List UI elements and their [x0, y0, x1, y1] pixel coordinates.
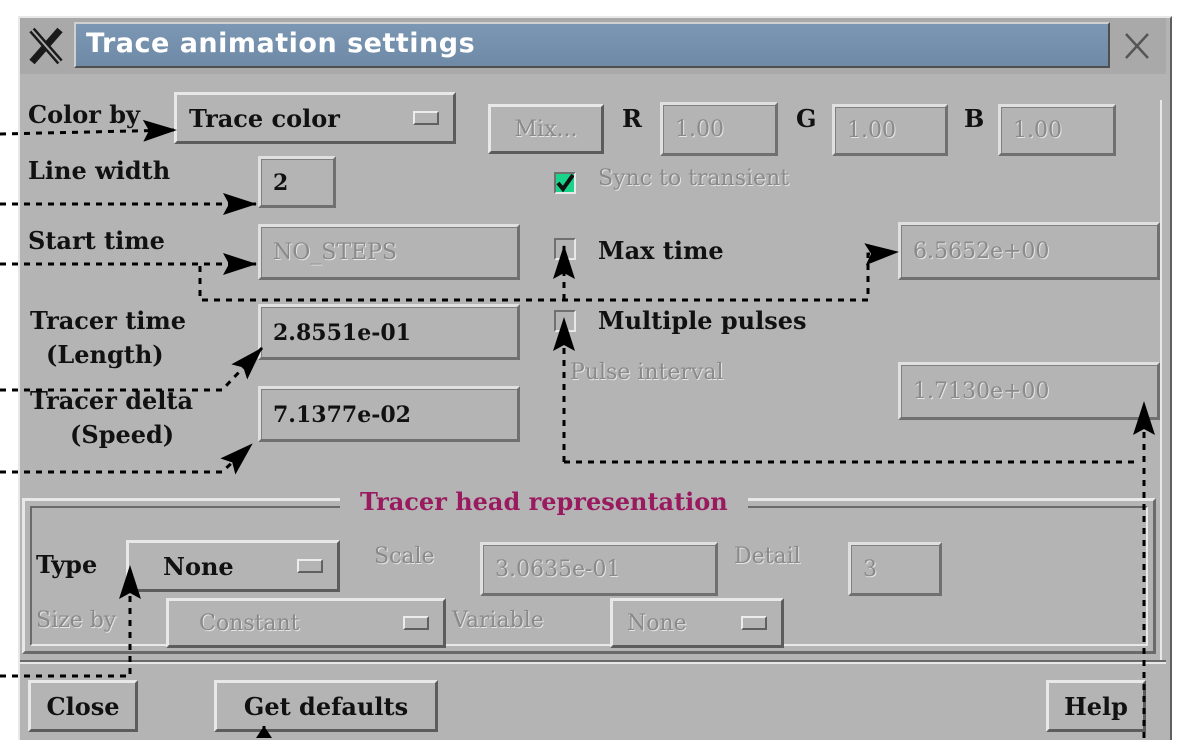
- arrow-tracer-delta: [0, 442, 254, 475]
- annotation-arrows: [0, 119, 1155, 738]
- arrow-tracer-time: [0, 346, 264, 392]
- arrow-color-by: [0, 119, 177, 142]
- arrow-type: [0, 565, 141, 678]
- arrow-max-time: [198, 243, 899, 302]
- arrow-get-defaults: [256, 726, 272, 738]
